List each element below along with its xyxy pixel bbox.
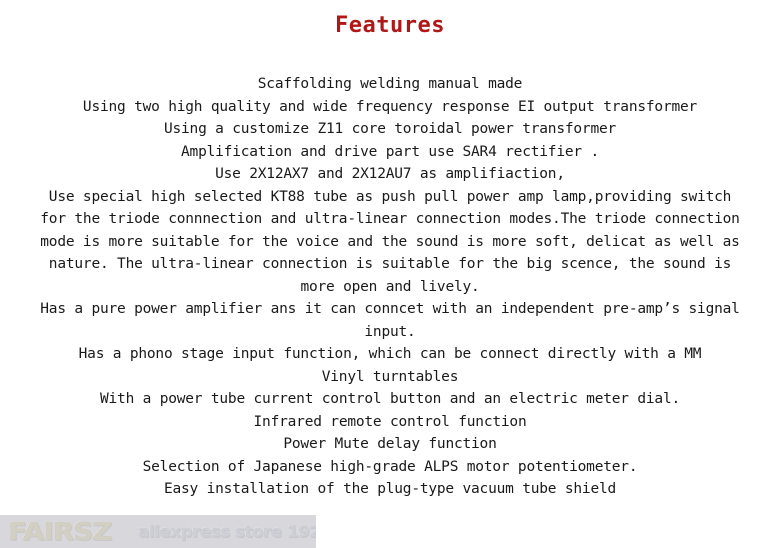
feature-line: Has a pure power amplifier ans it can co…: [40, 301, 740, 317]
features-page: Features Scaffolding welding manual made…: [0, 0, 780, 548]
feature-line: Has a phono stage input function, which …: [78, 346, 702, 362]
features-list: Scaffolding welding manual made Using tw…: [0, 73, 780, 501]
feature-line: Use special high selected KT88 tube as p…: [48, 188, 732, 205]
feature-line: more open and lively.: [300, 278, 480, 295]
feature-line: Using two high quality and wide frequenc…: [82, 98, 698, 115]
watermark-brand-text: FAIRSZ: [8, 517, 113, 546]
feature-line: Power Mute delay function: [283, 436, 497, 452]
watermark-store-text: aliexpress store 1921635: [138, 521, 316, 541]
feature-line: Use 2X12AX7 and 2X12AU7 as amplifiaction…: [215, 166, 565, 182]
feature-line: Using a customize Z11 core toroidal powe…: [163, 121, 617, 137]
page-title-container: Features: [0, 13, 780, 39]
feature-line: Infrared remote control function: [253, 413, 527, 430]
feature-line: Easy installation of the plug-type vacuu…: [163, 481, 617, 497]
feature-line: nature. The ultra-linear connection is s…: [48, 256, 732, 272]
page-title: Features: [335, 13, 445, 38]
feature-line: Scaffolding welding manual made: [257, 76, 523, 92]
feature-line: mode is more suitable for the voice and …: [40, 233, 740, 250]
watermark-content: FAIRSZ aliexpress store 1921635: [8, 515, 316, 548]
feature-line: input.: [364, 323, 416, 340]
feature-line: for the triode connnection and ultra-lin…: [40, 211, 740, 227]
feature-line: Vinyl turntables: [321, 368, 459, 385]
feature-line: Amplification and drive part use SAR4 re…: [181, 143, 599, 160]
feature-line: Selection of Japanese high-grade ALPS mo…: [142, 458, 638, 475]
watermark-bar: FAIRSZ aliexpress store 1921635: [0, 515, 316, 548]
feature-line: With a power tube current control button…: [99, 391, 681, 407]
